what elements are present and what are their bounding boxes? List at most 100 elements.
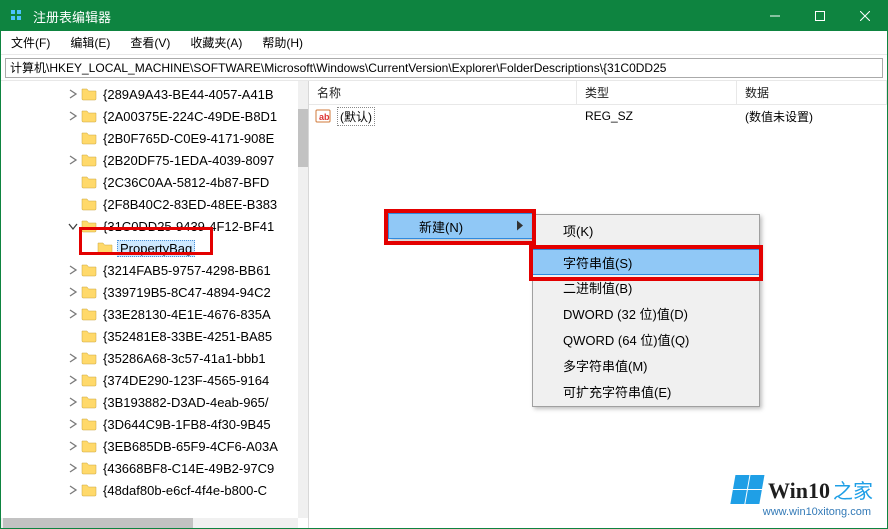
tree-item[interactable]: {2F8B40C2-83ED-48EE-B383 [1,193,298,215]
folder-icon [81,174,97,190]
tree-item-label: {352481E8-33BE-4251-BA85 [101,329,274,344]
submenu-item-multistring[interactable]: 多字符串值(M) [533,352,759,378]
menu-view[interactable]: 查看(V) [120,31,180,54]
tree-item[interactable]: {3214FAB5-9757-4298-BB61 [1,259,298,281]
tree-item-label: {31C0DD25-9439-4F12-BF41 [101,219,276,234]
tree-item-label: {2A00375E-224C-49DE-B8D1 [101,109,279,124]
expand-chevron-icon[interactable] [65,152,81,168]
tree-item[interactable]: {3EB685DB-65F9-4CF6-A03A [1,435,298,457]
window: 注册表编辑器 文件(F) 编辑(E) 查看(V) 收藏夹(A) 帮助(H) {2… [0,0,888,529]
submenu-item-key[interactable]: 项(K) [533,217,759,243]
tree-pane: {289A9A43-BE44-4057-A41B {2A00375E-224C-4… [1,81,309,528]
folder-icon [81,350,97,366]
tree-item[interactable]: {352481E8-33BE-4251-BA85 [1,325,298,347]
expand-chevron-icon[interactable] [65,372,81,388]
folder-icon [81,284,97,300]
tree-item[interactable]: {289A9A43-BE44-4057-A41B [1,83,298,105]
folder-icon [81,196,97,212]
submenu-item-expandstring[interactable]: 可扩充字符串值(E) [533,378,759,404]
address-input[interactable] [5,58,883,78]
context-menu-item-label: 新建(N) [419,217,463,236]
expand-chevron-icon[interactable] [65,460,81,476]
expand-chevron-icon[interactable] [65,416,81,432]
expand-chevron-icon[interactable] [65,438,81,454]
submenu-item-dword[interactable]: DWORD (32 位)值(D) [533,300,759,326]
folder-icon [81,328,97,344]
context-submenu-new[interactable]: 项(K) 字符串值(S) 二进制值(B) DWORD (32 位)值(D) QW… [532,214,760,407]
watermark-url: www.win10xitong.com [763,506,871,518]
submenu-arrow-icon [517,219,525,234]
folder-icon [81,262,97,278]
menu-help[interactable]: 帮助(H) [252,31,313,54]
tree-item-label: {289A9A43-BE44-4057-A41B [101,87,276,102]
app-icon [9,8,25,24]
menu-edit[interactable]: 编辑(E) [60,31,120,54]
tree-item[interactable]: {2A00375E-224C-49DE-B8D1 [1,105,298,127]
tree-item-label: {3B193882-D3AD-4eab-965/ [101,395,271,410]
expand-chevron-icon[interactable] [65,108,81,124]
expand-chevron-icon[interactable] [65,262,81,278]
tree-item[interactable]: {2B20DF75-1EDA-4039-8097 [1,149,298,171]
folder-icon [81,482,97,498]
tree-item-label: {374DE290-123F-4565-9164 [101,373,271,388]
tree-item[interactable]: PropertyBag [1,237,298,259]
svg-text:ab: ab [319,112,330,122]
folder-icon [81,130,97,146]
title-bar[interactable]: 注册表编辑器 [1,1,887,31]
tree-item[interactable]: {48daf80b-e6cf-4f4e-b800-C [1,479,298,501]
value-type: REG_SZ [577,109,737,123]
expand-chevron-icon[interactable] [65,86,81,102]
tree-item[interactable]: {43668BF8-C14E-49B2-97C9 [1,457,298,479]
tree-item-label: {2B0F765D-C0E9-4171-908E [101,131,276,146]
tree-item-label: {3EB685DB-65F9-4CF6-A03A [101,439,280,454]
address-bar [1,55,887,81]
expand-chevron-icon[interactable] [65,394,81,410]
expand-chevron-icon[interactable] [65,482,81,498]
tree-item[interactable]: {31C0DD25-9439-4F12-BF41 [1,215,298,237]
tree-item-label: {2F8B40C2-83ED-48EE-B383 [101,197,279,212]
close-button[interactable] [842,1,887,31]
tree-item[interactable]: {3B193882-D3AD-4eab-965/ [1,391,298,413]
tree-item[interactable]: {2B0F765D-C0E9-4171-908E [1,127,298,149]
watermark: Win10之家 [732,474,873,504]
tree-item[interactable]: {374DE290-123F-4565-9164 [1,369,298,391]
expand-chevron-icon[interactable] [65,306,81,322]
expand-chevron-icon[interactable] [65,350,81,366]
column-header-type[interactable]: 类型 [577,81,737,104]
maximize-button[interactable] [797,1,842,31]
folder-icon [81,306,97,322]
tree-item-label: {33E28130-4E1E-4676-835A [101,307,273,322]
tree-vertical-scrollbar[interactable] [298,81,308,518]
windows-logo-icon [729,474,764,504]
submenu-item-string[interactable]: 字符串值(S) [532,249,760,275]
registry-tree[interactable]: {289A9A43-BE44-4057-A41B {2A00375E-224C-4… [1,81,298,518]
column-header-data[interactable]: 数据 [737,81,887,104]
tree-horizontal-scrollbar[interactable] [1,518,298,528]
folder-icon [81,416,97,432]
context-menu-item-new[interactable]: 新建(N) [388,213,534,239]
tree-item-label: {2B20DF75-1EDA-4039-8097 [101,153,276,168]
folder-icon [81,438,97,454]
tree-item[interactable]: {35286A68-3c57-41a1-bbb1 [1,347,298,369]
expand-chevron-icon [81,240,97,256]
context-menu[interactable]: 新建(N) [388,213,534,239]
column-header-name[interactable]: 名称 [309,81,577,104]
tree-item[interactable]: {3D644C9B-1FB8-4f30-9B45 [1,413,298,435]
submenu-item-binary[interactable]: 二进制值(B) [533,274,759,300]
expand-chevron-icon[interactable] [65,284,81,300]
folder-icon [81,460,97,476]
expand-chevron-icon [65,174,81,190]
tree-item[interactable]: {33E28130-4E1E-4676-835A [1,303,298,325]
menu-separator [563,246,753,247]
expand-chevron-icon[interactable] [65,218,81,234]
value-list[interactable]: ab (默认) REG_SZ (数值未设置) 新建(N) [309,105,887,528]
tree-item[interactable]: {2C36C0AA-5812-4b87-BFD [1,171,298,193]
list-row[interactable]: ab (默认) REG_SZ (数值未设置) [309,105,887,127]
tree-item[interactable]: {339719B5-8C47-4894-94C2 [1,281,298,303]
value-list-pane: 名称 类型 数据 ab (默认) REG_SZ (数值未设置) [309,81,887,528]
submenu-item-qword[interactable]: QWORD (64 位)值(Q) [533,326,759,352]
minimize-button[interactable] [752,1,797,31]
menu-file[interactable]: 文件(F) [1,31,60,54]
menu-favorites[interactable]: 收藏夹(A) [180,31,252,54]
value-name: (默认) [337,107,375,126]
